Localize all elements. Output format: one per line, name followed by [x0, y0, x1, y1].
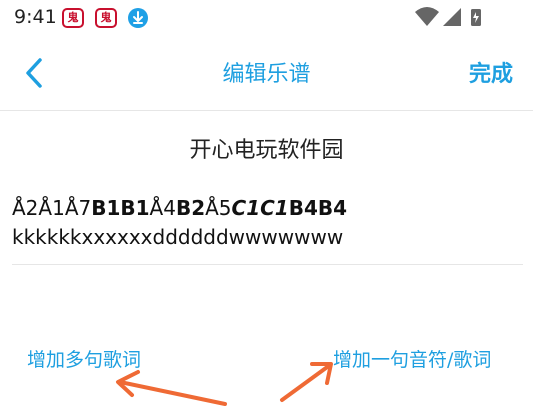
status-icons: [415, 7, 481, 26]
page-title: 编辑乐谱: [222, 62, 311, 87]
song-title[interactable]: 开心电玩软件园: [0, 132, 533, 164]
wifi-icon: [415, 7, 439, 26]
app-icon: 鬼: [62, 8, 84, 28]
add-note-lyric-button[interactable]: 增加一句音符/歌词: [333, 345, 491, 372]
lyrics-line[interactable]: kkkkkkxxxxxxddddddwwwwwww: [12, 225, 343, 249]
toolbar: 编辑乐谱 完成: [0, 34, 533, 111]
arrow-right: [280, 362, 333, 402]
divider: [12, 264, 523, 265]
notes-line[interactable]: Å2Å1Å7B1B1Å4B2Å5C1C1B4B4: [12, 196, 347, 220]
arrow-left: [116, 370, 227, 406]
app-icon: 鬼: [95, 8, 117, 28]
chevron-left-icon: [26, 58, 42, 88]
note-segment: Å5: [205, 196, 232, 220]
note-segment: B1B1: [91, 196, 150, 220]
add-multi-lyrics-button[interactable]: 增加多句歌词: [27, 345, 141, 372]
note-segment: B4B4: [288, 196, 348, 220]
back-button[interactable]: [20, 56, 50, 90]
done-button[interactable]: 完成: [469, 56, 513, 88]
signal-icon: [443, 8, 461, 26]
note-segment: Å4: [149, 196, 176, 220]
note-segment: C1C1: [231, 196, 289, 220]
download-icon: [128, 8, 148, 28]
note-segment: B2: [175, 196, 206, 220]
status-time: 9:41: [14, 6, 57, 28]
note-segment: Å2Å1Å7: [12, 196, 92, 220]
status-bar: 9:41 鬼 鬼: [0, 0, 533, 34]
editor-screen: 9:41 鬼 鬼 编辑乐谱 完成 开心电玩软件园 Å2Å1Å7B1B1Å4B2Å…: [0, 0, 533, 410]
